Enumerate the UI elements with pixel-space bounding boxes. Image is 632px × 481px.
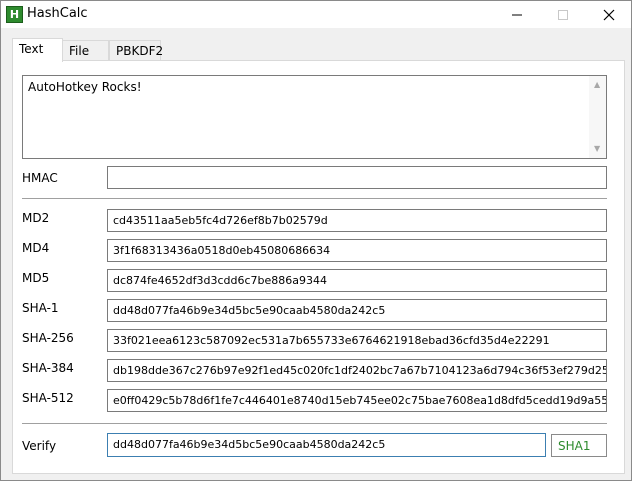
tab-text[interactable]: Text	[12, 38, 63, 62]
minimize-button[interactable]	[494, 1, 540, 28]
divider-bottom	[22, 423, 607, 425]
verify-value: dd48d077fa46b9e34d5bc5e90caab4580da242c5	[113, 438, 386, 451]
sha256-output[interactable]: 33f021eea6123c587092ec531a7b655733e67646…	[107, 329, 607, 352]
title-bar[interactable]: H HashCalc	[1, 1, 631, 28]
minimize-icon	[512, 14, 522, 15]
verify-label: Verify	[22, 439, 57, 453]
md5-output[interactable]: dc874fe4652df3d3cdd6c7be886a9344	[107, 269, 607, 292]
sha256-label: SHA-256	[22, 331, 74, 345]
md2-output[interactable]: cd43511aa5eb5fc4d726ef8b7b02579d	[107, 209, 607, 232]
close-icon	[603, 9, 615, 20]
maximize-button[interactable]	[540, 1, 586, 28]
md4-output[interactable]: 3f1f68313436a0518d0eb45080686634	[107, 239, 607, 262]
textarea-scrollbar[interactable]: ▲ ▼	[589, 76, 606, 158]
sha512-label: SHA-512	[22, 391, 74, 405]
scroll-up-icon[interactable]: ▲	[594, 80, 600, 89]
window-title: HashCalc	[27, 6, 88, 21]
md4-value: 3f1f68313436a0518d0eb45080686634	[113, 244, 331, 257]
tab-pbkdf2[interactable]: PBKDF2	[109, 40, 163, 60]
tab-bar: Text File PBKDF2	[1, 28, 631, 62]
verify-input[interactable]: dd48d077fa46b9e34d5bc5e90caab4580da242c5	[107, 433, 546, 457]
input-text: AutoHotkey Rocks!	[28, 80, 142, 94]
sha384-output[interactable]: db198dde367c276b97e92f1ed45c020fc1df2402…	[107, 359, 607, 382]
md2-label: MD2	[22, 211, 50, 225]
md5-label: MD5	[22, 271, 50, 285]
md2-value: cd43511aa5eb5fc4d726ef8b7b02579d	[113, 214, 328, 227]
hmac-label: HMAC	[22, 171, 58, 185]
hashcalc-window: H HashCalc Text File PBKDF2 AutoHotkey R…	[0, 0, 632, 481]
app-icon: H	[6, 6, 23, 23]
sha1-output[interactable]: dd48d077fa46b9e34d5bc5e90caab4580da242c5	[107, 299, 607, 322]
verify-match-badge: SHA1	[551, 434, 607, 457]
verify-match-algorithm: SHA1	[558, 439, 591, 453]
hmac-key-input[interactable]	[107, 166, 607, 189]
divider-top	[22, 198, 607, 200]
sha1-label: SHA-1	[22, 301, 59, 315]
sha512-output[interactable]: e0ff0429c5b78d6f1fe7c446401e8740d15eb745…	[107, 389, 607, 412]
scroll-down-icon[interactable]: ▼	[594, 144, 600, 153]
maximize-icon	[558, 9, 568, 20]
sha512-value: e0ff0429c5b78d6f1fe7c446401e8740d15eb745…	[113, 394, 606, 407]
close-button[interactable]	[586, 1, 632, 28]
tab-file[interactable]: File	[62, 40, 109, 60]
input-text-area[interactable]: AutoHotkey Rocks! ▲ ▼	[22, 75, 607, 159]
sha1-value: dd48d077fa46b9e34d5bc5e90caab4580da242c5	[113, 304, 386, 317]
sha256-value: 33f021eea6123c587092ec531a7b655733e67646…	[113, 334, 550, 347]
md5-value: dc874fe4652df3d3cdd6c7be886a9344	[113, 274, 328, 287]
sha384-label: SHA-384	[22, 361, 74, 375]
md4-label: MD4	[22, 241, 50, 255]
sha384-value: db198dde367c276b97e92f1ed45c020fc1df2402…	[113, 364, 606, 377]
